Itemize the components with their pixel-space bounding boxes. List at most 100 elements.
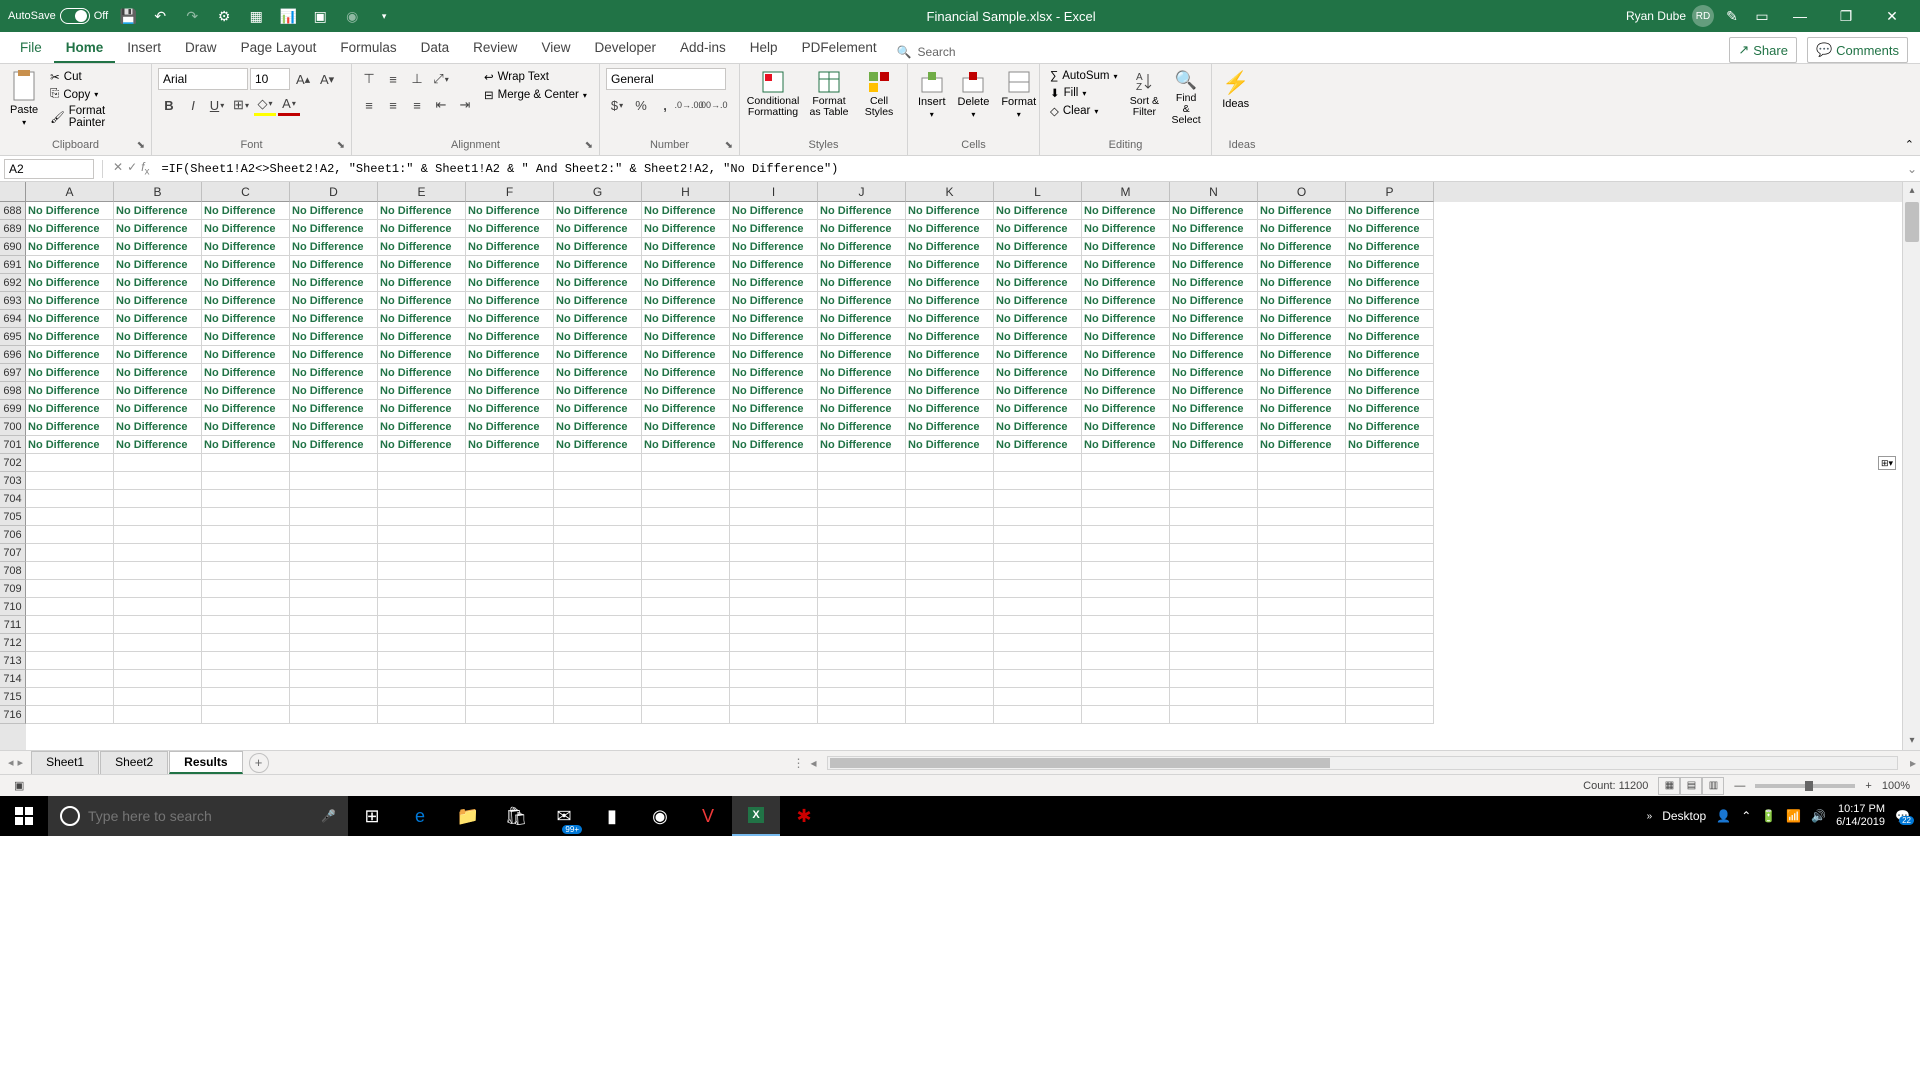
row-header[interactable]: 690 (0, 238, 26, 256)
cell[interactable]: No Difference (290, 346, 378, 364)
cell[interactable] (202, 454, 290, 472)
cell[interactable]: No Difference (1346, 310, 1434, 328)
cell[interactable] (994, 598, 1082, 616)
cell[interactable]: No Difference (202, 400, 290, 418)
cell[interactable]: No Difference (730, 220, 818, 238)
find-select-button[interactable]: 🔍 Find & Select (1167, 68, 1205, 128)
cell[interactable]: No Difference (290, 400, 378, 418)
cut-button[interactable]: ✂Cut (46, 68, 145, 86)
cell[interactable]: No Difference (1346, 364, 1434, 382)
cell[interactable]: No Difference (114, 382, 202, 400)
cell[interactable] (26, 454, 114, 472)
cell[interactable] (906, 688, 994, 706)
cell[interactable]: No Difference (1082, 310, 1170, 328)
close-button[interactable]: ✕ (1872, 0, 1912, 32)
row-header[interactable]: 691 (0, 256, 26, 274)
cell[interactable] (290, 508, 378, 526)
vertical-scrollbar[interactable]: ▴ ▾ (1902, 182, 1920, 750)
cell[interactable] (994, 670, 1082, 688)
cell[interactable]: No Difference (554, 346, 642, 364)
cell[interactable] (1082, 598, 1170, 616)
cell[interactable]: No Difference (554, 202, 642, 220)
cell[interactable] (1170, 544, 1258, 562)
cell[interactable]: No Difference (642, 436, 730, 454)
format-painter-button[interactable]: 🖌Format Painter (46, 103, 145, 131)
cell[interactable] (994, 688, 1082, 706)
cell[interactable]: No Difference (994, 310, 1082, 328)
cell[interactable]: No Difference (378, 292, 466, 310)
cell[interactable]: No Difference (642, 274, 730, 292)
tell-me-search[interactable]: 🔍 Search (889, 41, 964, 63)
cell[interactable]: No Difference (818, 328, 906, 346)
volume-icon[interactable]: 🔊 (1811, 809, 1826, 823)
cell[interactable]: No Difference (554, 364, 642, 382)
cell[interactable]: No Difference (1346, 220, 1434, 238)
cell[interactable] (1082, 562, 1170, 580)
font-color-button[interactable]: A (278, 94, 300, 116)
cell[interactable] (1170, 508, 1258, 526)
cell[interactable]: No Difference (730, 418, 818, 436)
cell[interactable]: No Difference (26, 292, 114, 310)
cell[interactable] (466, 580, 554, 598)
cell[interactable] (642, 706, 730, 724)
cell[interactable]: No Difference (114, 364, 202, 382)
redo-icon[interactable]: ↷ (180, 4, 204, 28)
cell[interactable] (378, 688, 466, 706)
cell[interactable]: No Difference (1258, 202, 1346, 220)
paste-button[interactable]: Paste ▾ (6, 68, 42, 129)
cell[interactable]: No Difference (994, 256, 1082, 274)
cell[interactable]: No Difference (1170, 238, 1258, 256)
cell[interactable] (378, 652, 466, 670)
cell[interactable]: No Difference (1258, 418, 1346, 436)
cell[interactable] (818, 634, 906, 652)
cell[interactable] (906, 670, 994, 688)
cell[interactable] (554, 472, 642, 490)
cell[interactable] (818, 688, 906, 706)
cell[interactable] (1346, 472, 1434, 490)
comments-button[interactable]: 💬 Comments (1807, 37, 1908, 63)
cell[interactable]: No Difference (1258, 436, 1346, 454)
cell[interactable] (378, 472, 466, 490)
cell[interactable] (994, 454, 1082, 472)
cell[interactable]: No Difference (1258, 310, 1346, 328)
cell[interactable]: No Difference (994, 364, 1082, 382)
cell[interactable] (730, 616, 818, 634)
cell[interactable]: No Difference (906, 400, 994, 418)
cell[interactable]: No Difference (114, 202, 202, 220)
cell[interactable] (1082, 670, 1170, 688)
cell[interactable]: No Difference (906, 256, 994, 274)
cell[interactable]: No Difference (466, 274, 554, 292)
cell[interactable]: No Difference (818, 436, 906, 454)
cell[interactable] (906, 562, 994, 580)
cell[interactable]: No Difference (1258, 328, 1346, 346)
cell[interactable] (994, 580, 1082, 598)
cell[interactable]: No Difference (818, 220, 906, 238)
cell[interactable]: No Difference (26, 220, 114, 238)
cell[interactable] (114, 634, 202, 652)
cell[interactable] (290, 652, 378, 670)
cell[interactable]: No Difference (554, 418, 642, 436)
cell[interactable] (378, 670, 466, 688)
start-button[interactable] (0, 796, 48, 836)
cell[interactable]: No Difference (202, 364, 290, 382)
tab-developer[interactable]: Developer (582, 34, 668, 63)
cell[interactable] (1082, 454, 1170, 472)
cell[interactable]: No Difference (1170, 256, 1258, 274)
autofill-options-icon[interactable]: ⊞▾ (1878, 456, 1896, 470)
cell[interactable] (1346, 526, 1434, 544)
cell[interactable] (1170, 562, 1258, 580)
people-icon[interactable]: 👤 (1716, 809, 1731, 823)
cell[interactable] (1258, 706, 1346, 724)
delete-cells-button[interactable]: Delete▾ (954, 68, 994, 121)
cell[interactable]: No Difference (290, 328, 378, 346)
increase-decimal-icon[interactable]: .0→.00 (678, 94, 700, 116)
zoom-in-icon[interactable]: + (1865, 780, 1871, 792)
cell[interactable] (1170, 580, 1258, 598)
cell[interactable] (466, 454, 554, 472)
column-header[interactable]: F (466, 182, 554, 202)
user-avatar[interactable]: RD (1692, 5, 1714, 27)
cell[interactable]: No Difference (642, 310, 730, 328)
font-name-select[interactable] (158, 68, 248, 90)
cell[interactable] (818, 508, 906, 526)
cell[interactable] (1082, 580, 1170, 598)
